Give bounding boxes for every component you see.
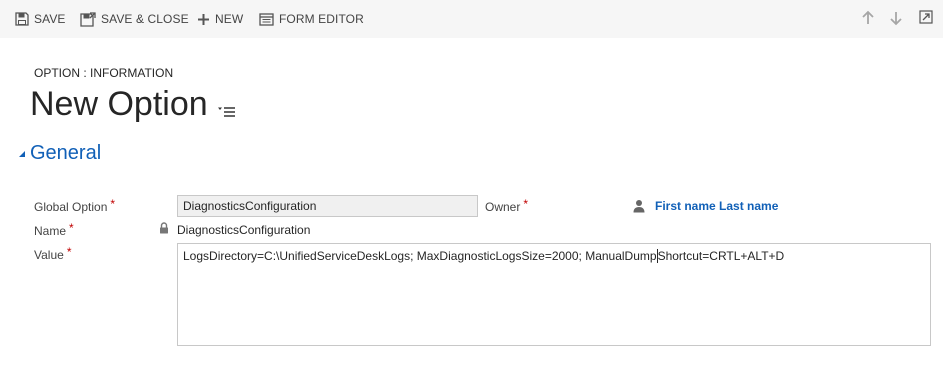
arrow-down-icon	[890, 12, 902, 26]
required-marker: *	[69, 221, 74, 235]
command-bar: SAVE SAVE & CLOSE NEW FORM EDITOR	[0, 0, 943, 38]
name-value: DiagnosticsConfiguration	[177, 223, 311, 237]
entity-label: OPTION : INFORMATION	[34, 66, 174, 80]
save-close-icon	[80, 11, 96, 27]
save-label: SAVE	[34, 12, 66, 26]
next-record-button[interactable]	[889, 10, 903, 26]
form-editor-icon	[259, 12, 274, 26]
value-label-text: Value	[34, 248, 64, 262]
previous-record-button[interactable]	[861, 10, 875, 26]
name-label-text: Name	[34, 224, 67, 238]
popout-button[interactable]	[919, 10, 933, 26]
title-row: New Option	[30, 82, 236, 126]
save-button[interactable]: SAVE	[15, 10, 66, 28]
global-option-field[interactable]: DiagnosticsConfiguration	[177, 195, 478, 217]
value-text-after-caret: Shortcut=CRTL+ALT+D	[657, 249, 785, 263]
section-title: General	[30, 142, 102, 164]
save-close-label: SAVE & CLOSE	[101, 12, 189, 26]
form-selector-button[interactable]	[217, 106, 236, 118]
required-marker: *	[66, 245, 72, 259]
lock-icon	[159, 222, 169, 234]
plus-icon	[197, 13, 210, 26]
global-option-label-text: Global Option	[34, 200, 108, 214]
form-editor-button[interactable]: FORM EDITOR	[259, 10, 364, 28]
page-title: New Option	[30, 85, 208, 123]
owner-link[interactable]: First name Last name	[655, 199, 778, 213]
value-text-before-caret: LogsDirectory=C:\UnifiedServiceDeskLogs;…	[183, 249, 657, 263]
person-icon	[633, 199, 645, 213]
value-textarea[interactable]: LogsDirectory=C:\UnifiedServiceDeskLogs;…	[177, 243, 931, 346]
save-close-button[interactable]: SAVE & CLOSE	[80, 10, 189, 28]
required-marker: *	[523, 197, 529, 211]
required-marker: *	[110, 197, 116, 211]
section-general-toggle[interactable]: General	[18, 142, 101, 165]
owner-label: Owner *	[485, 197, 529, 214]
value-label: Value *	[34, 245, 72, 262]
new-label: NEW	[215, 12, 244, 26]
global-option-label: Global Option *	[34, 197, 116, 214]
name-label: Name *	[34, 221, 74, 238]
arrow-up-icon	[862, 10, 874, 24]
save-icon	[15, 12, 29, 26]
form-editor-label: FORM EDITOR	[279, 12, 364, 26]
owner-label-text: Owner	[485, 200, 521, 214]
popout-icon	[919, 10, 933, 24]
form-selector-icon	[217, 107, 235, 117]
collapse-triangle-icon	[18, 150, 26, 158]
new-button[interactable]: NEW	[197, 10, 243, 28]
